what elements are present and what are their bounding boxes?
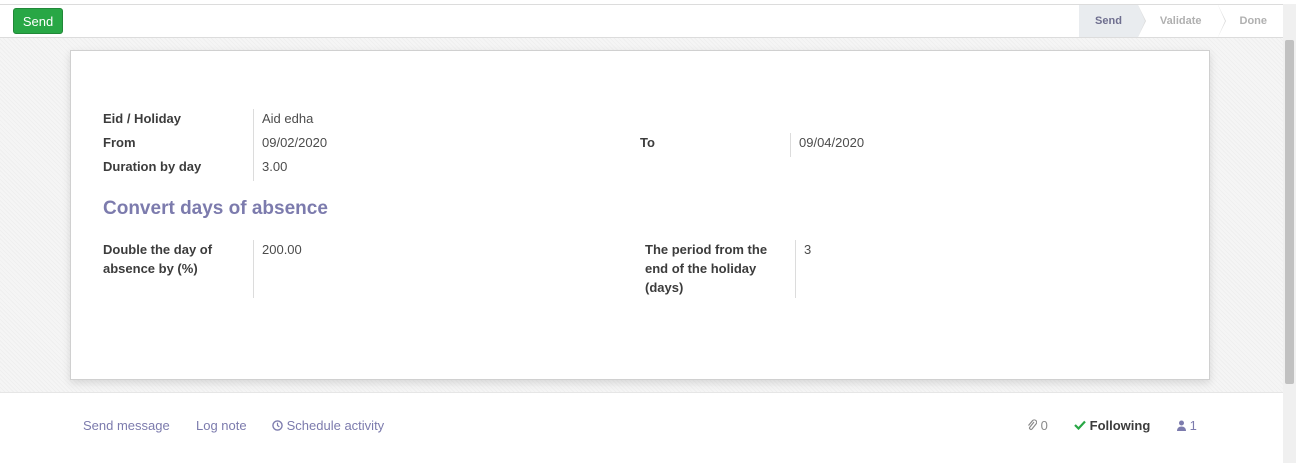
duration-field[interactable]: 3.00 — [262, 157, 287, 176]
scrollbar-thumb[interactable] — [1285, 40, 1294, 384]
stage-done-label: Done — [1239, 15, 1268, 27]
scrollbar[interactable] — [1283, 4, 1296, 463]
duration-label: Duration by day — [103, 159, 202, 174]
following-button[interactable]: Following — [1074, 418, 1150, 433]
field-divider — [790, 133, 791, 157]
double-absence-label-line: absence by (%) — [103, 261, 198, 276]
to-date-field[interactable]: 09/04/2020 — [799, 133, 864, 152]
from-date-field[interactable]: 09/02/2020 — [262, 133, 327, 152]
attachments-count: 0 — [1040, 418, 1048, 433]
clock-icon — [272, 420, 283, 431]
field-divider — [253, 109, 254, 181]
statusbar: Send Send Validate Done — [0, 4, 1283, 38]
double-absence-label-line: Double the day of — [103, 242, 213, 257]
stage-pipeline: Send Validate Done — [1079, 5, 1283, 37]
period-label-line: end of the holiday — [645, 261, 757, 276]
followers-counter[interactable]: 1 — [1177, 418, 1197, 433]
following-label: Following — [1089, 418, 1151, 433]
period-label-line: The period from the — [645, 242, 768, 257]
field-divider — [795, 240, 796, 298]
period-label-line: (days) — [645, 280, 684, 295]
attachments-counter[interactable]: 0 — [1027, 418, 1048, 433]
stage-done[interactable]: Done — [1218, 5, 1284, 37]
chatter: Send message Log note Schedule activity … — [0, 392, 1283, 463]
schedule-activity-link[interactable]: Schedule activity — [272, 418, 384, 433]
log-note-link[interactable]: Log note — [196, 418, 247, 433]
schedule-activity-label: Schedule activity — [286, 418, 385, 433]
section-title: Convert days of absence — [103, 198, 328, 219]
stage-validate[interactable]: Validate — [1138, 5, 1226, 37]
double-absence-label: Double the day of absence by (%) — [103, 240, 212, 278]
followers-count: 1 — [1189, 418, 1197, 433]
period-field[interactable]: 3 — [804, 240, 811, 259]
stage-validate-label: Validate — [1159, 15, 1202, 27]
field-divider — [253, 240, 254, 298]
form-sheet: Eid / Holiday Aid edha From 09/02/2020 T… — [70, 50, 1210, 380]
send-button[interactable]: Send — [13, 8, 63, 34]
period-label: The period from the end of the holiday (… — [645, 240, 767, 297]
paperclip-icon — [1028, 419, 1038, 430]
from-label: From — [103, 135, 136, 150]
send-message-link[interactable]: Send message — [83, 418, 170, 433]
user-icon — [1177, 420, 1186, 431]
stage-send-label: Send — [1095, 15, 1122, 27]
check-icon — [1074, 420, 1086, 431]
double-absence-field[interactable]: 200.00 — [262, 240, 302, 259]
eid-holiday-label: Eid / Holiday — [103, 111, 182, 126]
to-label: To — [640, 135, 655, 150]
eid-holiday-field[interactable]: Aid edha — [262, 109, 313, 128]
form-background: Eid / Holiday Aid edha From 09/02/2020 T… — [0, 38, 1283, 392]
stage-send[interactable]: Send — [1079, 5, 1146, 37]
